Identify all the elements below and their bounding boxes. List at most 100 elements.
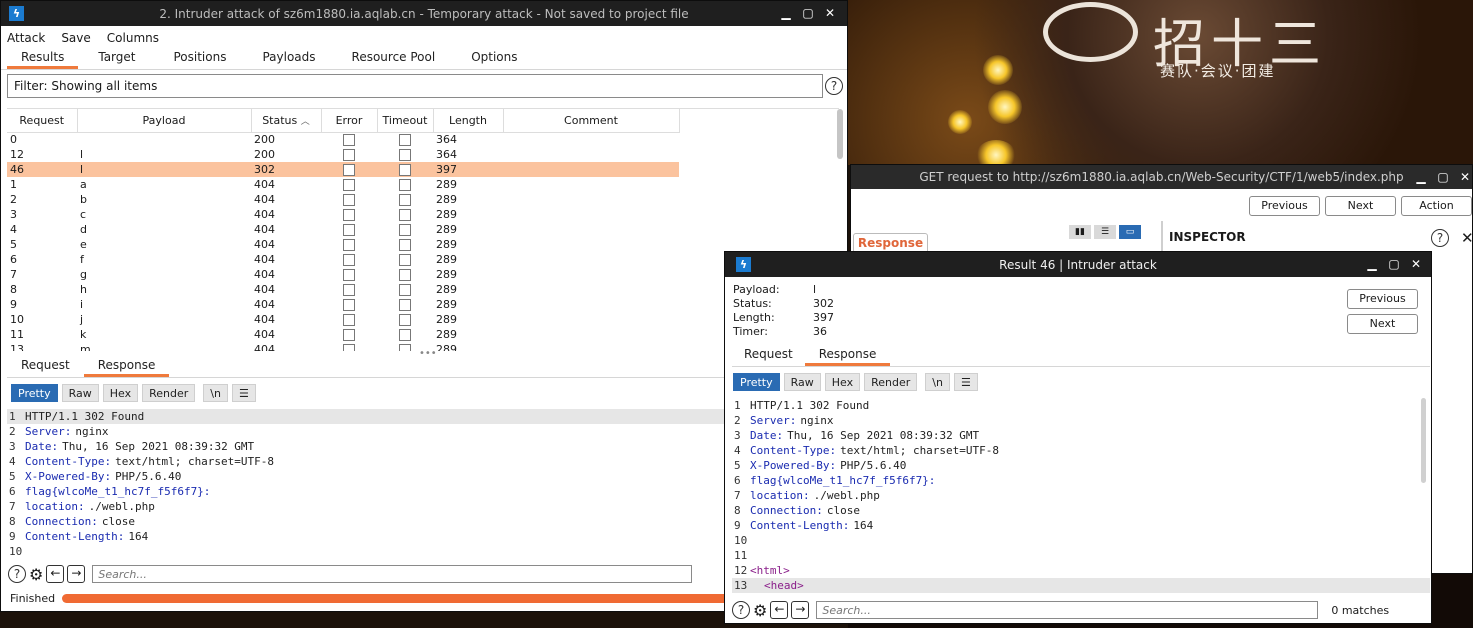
previous-button[interactable]: Previous — [1347, 289, 1418, 309]
results-scrollbar[interactable] — [837, 109, 843, 159]
column-header-request[interactable]: Request — [7, 109, 78, 133]
column-header-comment[interactable]: Comment — [503, 109, 680, 133]
table-row[interactable]: 10 j 404 289 — [7, 312, 679, 327]
error-checkbox[interactable] — [343, 149, 355, 161]
maximize-icon[interactable]: ▢ — [797, 4, 819, 22]
timeout-checkbox[interactable] — [399, 314, 411, 326]
timeout-checkbox[interactable] — [399, 149, 411, 161]
search-input[interactable]: Search... — [92, 565, 693, 583]
result-code-scrollbar[interactable] — [1421, 398, 1426, 483]
table-row[interactable]: 11 k 404 289 — [7, 327, 679, 342]
previous-button[interactable]: Previous — [1249, 196, 1320, 216]
next-button[interactable]: Next — [1325, 196, 1396, 216]
timeout-checkbox[interactable] — [399, 239, 411, 251]
table-row[interactable]: 12 l 200 364 — [7, 147, 679, 162]
timeout-checkbox[interactable] — [399, 299, 411, 311]
close-icon[interactable]: ✕ — [1461, 229, 1473, 247]
table-row[interactable]: 4 d 404 289 — [7, 222, 679, 237]
help-icon[interactable]: ? — [8, 565, 26, 583]
table-row[interactable]: 46 l 302 397 — [7, 162, 679, 177]
close-icon[interactable]: ✕ — [1405, 255, 1427, 273]
settings-gear-icon[interactable]: ⚙ — [29, 565, 43, 584]
tab-request[interactable]: Request — [732, 345, 805, 366]
single-pane-icon[interactable]: ▭ — [1119, 225, 1141, 239]
minimize-icon[interactable]: ▁ — [1410, 168, 1432, 186]
maximize-icon[interactable]: ▢ — [1432, 168, 1454, 186]
help-icon[interactable]: ? — [825, 77, 843, 95]
error-checkbox[interactable] — [343, 314, 355, 326]
split-horizontal-icon[interactable]: ▮▮ — [1069, 225, 1091, 239]
minimize-icon[interactable]: ▁ — [1361, 255, 1383, 273]
raw-button[interactable]: Raw — [783, 373, 821, 391]
timeout-checkbox[interactable] — [399, 329, 411, 341]
close-icon[interactable]: ✕ — [819, 4, 841, 22]
error-checkbox[interactable] — [343, 239, 355, 251]
error-checkbox[interactable] — [343, 344, 355, 351]
menu-columns[interactable]: Columns — [107, 31, 159, 45]
minimize-icon[interactable]: ▁ — [775, 4, 797, 22]
table-row[interactable]: 2 b 404 289 — [7, 192, 679, 207]
timeout-checkbox[interactable] — [399, 179, 411, 191]
back-arrow-icon[interactable]: ← — [46, 565, 65, 583]
error-checkbox[interactable] — [343, 254, 355, 266]
forward-arrow-icon[interactable]: → — [791, 601, 810, 619]
back-arrow-icon[interactable]: ← — [770, 601, 789, 619]
timeout-checkbox[interactable] — [399, 134, 411, 147]
tab-payloads[interactable]: Payloads — [244, 48, 333, 69]
tab-response[interactable]: Response — [83, 356, 170, 377]
tab-options[interactable]: Options — [453, 48, 535, 69]
table-row[interactable]: 9 i 404 289 — [7, 297, 679, 312]
timeout-checkbox[interactable] — [399, 254, 411, 266]
menu-icon[interactable]: ☰ — [231, 384, 256, 402]
timeout-checkbox[interactable] — [399, 284, 411, 296]
error-checkbox[interactable] — [343, 134, 355, 147]
hex-button[interactable]: Hex — [824, 373, 861, 391]
error-checkbox[interactable] — [343, 194, 355, 206]
tab-request[interactable]: Request — [7, 356, 84, 377]
table-row[interactable]: 5 e 404 289 — [7, 237, 679, 252]
hex-button[interactable]: Hex — [102, 384, 139, 402]
error-checkbox[interactable] — [343, 164, 355, 176]
table-row[interactable]: 13 m 404 289 — [7, 342, 679, 351]
render-button[interactable]: Render — [142, 384, 196, 402]
maximize-icon[interactable]: ▢ — [1383, 255, 1405, 273]
pretty-button[interactable]: Pretty — [733, 373, 780, 391]
table-row[interactable]: 7 g 404 289 — [7, 267, 679, 282]
settings-gear-icon[interactable]: ⚙ — [753, 601, 767, 620]
column-header-payload[interactable]: Payload — [77, 109, 252, 133]
timeout-checkbox[interactable] — [399, 344, 411, 351]
column-header-status[interactable]: Status ︿ — [251, 109, 322, 133]
search-input[interactable]: Search... — [816, 601, 1319, 619]
forward-arrow-icon[interactable]: → — [67, 565, 86, 583]
table-row[interactable]: 6 f 404 289 — [7, 252, 679, 267]
newline-toggle-button[interactable]: \n — [203, 384, 228, 402]
tab-positions[interactable]: Positions — [155, 48, 244, 69]
menu-icon[interactable]: ☰ — [953, 373, 978, 391]
menu-attack[interactable]: Attack — [7, 31, 45, 45]
table-row[interactable]: 0 200 364 — [7, 132, 679, 147]
timeout-checkbox[interactable] — [399, 164, 411, 176]
help-icon[interactable]: ? — [1431, 229, 1449, 247]
error-checkbox[interactable] — [343, 224, 355, 236]
split-vertical-icon[interactable]: ☰ — [1094, 225, 1116, 239]
action-button[interactable]: Action — [1401, 196, 1472, 216]
column-header-length[interactable]: Length — [433, 109, 504, 133]
timeout-checkbox[interactable] — [399, 269, 411, 281]
close-icon[interactable]: ✕ — [1454, 168, 1473, 186]
error-checkbox[interactable] — [343, 329, 355, 341]
tab-response[interactable]: Response — [804, 345, 891, 366]
error-checkbox[interactable] — [343, 179, 355, 191]
error-checkbox[interactable] — [343, 299, 355, 311]
column-header-error[interactable]: Error — [321, 109, 378, 133]
error-checkbox[interactable] — [343, 209, 355, 221]
render-button[interactable]: Render — [864, 373, 918, 391]
response-tab[interactable]: Response — [853, 233, 928, 253]
tab-resource-pool[interactable]: Resource Pool — [334, 48, 454, 69]
error-checkbox[interactable] — [343, 269, 355, 281]
table-row[interactable]: 8 h 404 289 — [7, 282, 679, 297]
newline-toggle-button[interactable]: \n — [925, 373, 950, 391]
response-code-view[interactable]: 1 HTTP/1.1 302 Found 2 Server: nginx 3 Date: Th… — [7, 409, 849, 559]
help-icon[interactable]: ? — [732, 601, 750, 619]
timeout-checkbox[interactable] — [399, 209, 411, 221]
pretty-button[interactable]: Pretty — [11, 384, 58, 402]
